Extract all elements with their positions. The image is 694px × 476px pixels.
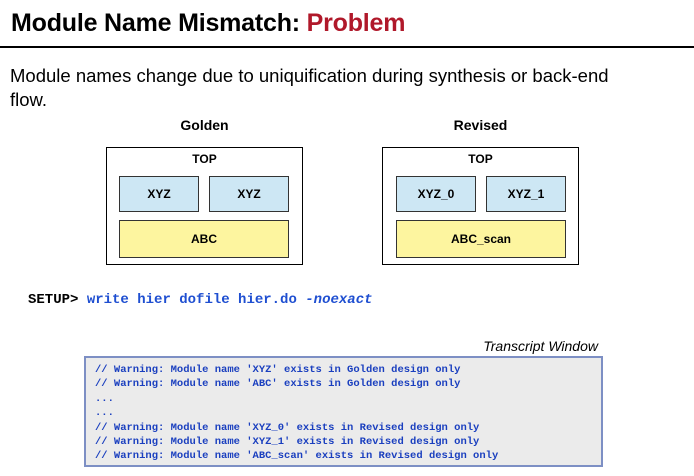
golden-design-box: TOP XYZ XYZ ABC bbox=[106, 147, 303, 265]
golden-label: Golden bbox=[180, 117, 229, 133]
setup-prompt: SETUP> bbox=[28, 292, 79, 308]
revised-label: Revised bbox=[453, 117, 508, 133]
revised-module-1: XYZ_0 bbox=[396, 176, 476, 212]
setup-command: write hier dofile hier.do bbox=[86, 292, 297, 308]
transcript-line: // Warning: Module name 'XYZ' exists in … bbox=[95, 364, 461, 376]
title-divider bbox=[0, 46, 694, 48]
slide-title: Module Name Mismatch: Problem bbox=[11, 9, 405, 38]
revised-module-2: XYZ_1 bbox=[486, 176, 566, 212]
revised-module-abc: ABC_scan bbox=[396, 220, 566, 258]
golden-module-abc: ABC bbox=[119, 220, 289, 258]
transcript-line: ... bbox=[95, 392, 114, 405]
revised-design-box: TOP XYZ_0 XYZ_1 ABC_scan bbox=[382, 147, 579, 265]
setup-command-line: SETUP> write hier dofile hier.do -noexac… bbox=[28, 292, 373, 308]
golden-top-label: TOP bbox=[192, 152, 217, 166]
transcript-line: ... bbox=[95, 407, 114, 420]
transcript-line: // Warning: Module name 'ABC' exists in … bbox=[95, 378, 461, 391]
transcript-window[interactable]: // Warning: Module name 'XYZ' exists in … bbox=[84, 356, 603, 467]
revised-top-label: TOP bbox=[468, 152, 493, 166]
title-accent: Problem bbox=[306, 9, 406, 37]
intro-text: Module names change due to uniquificatio… bbox=[10, 65, 609, 110]
transcript-line: // Warning: Module name 'XYZ_1' exists i… bbox=[95, 436, 480, 449]
title-main: Module Name Mismatch: bbox=[11, 9, 307, 37]
transcript-window-label: Transcript Window bbox=[483, 338, 598, 354]
setup-option: -noexact bbox=[305, 292, 373, 308]
transcript-line: // Warning: Module name 'XYZ_0' exists i… bbox=[95, 421, 480, 434]
golden-module-2: XYZ bbox=[209, 176, 289, 212]
golden-module-1: XYZ bbox=[119, 176, 199, 212]
transcript-line: // Warning: Module name 'ABC_scan' exist… bbox=[95, 450, 499, 463]
